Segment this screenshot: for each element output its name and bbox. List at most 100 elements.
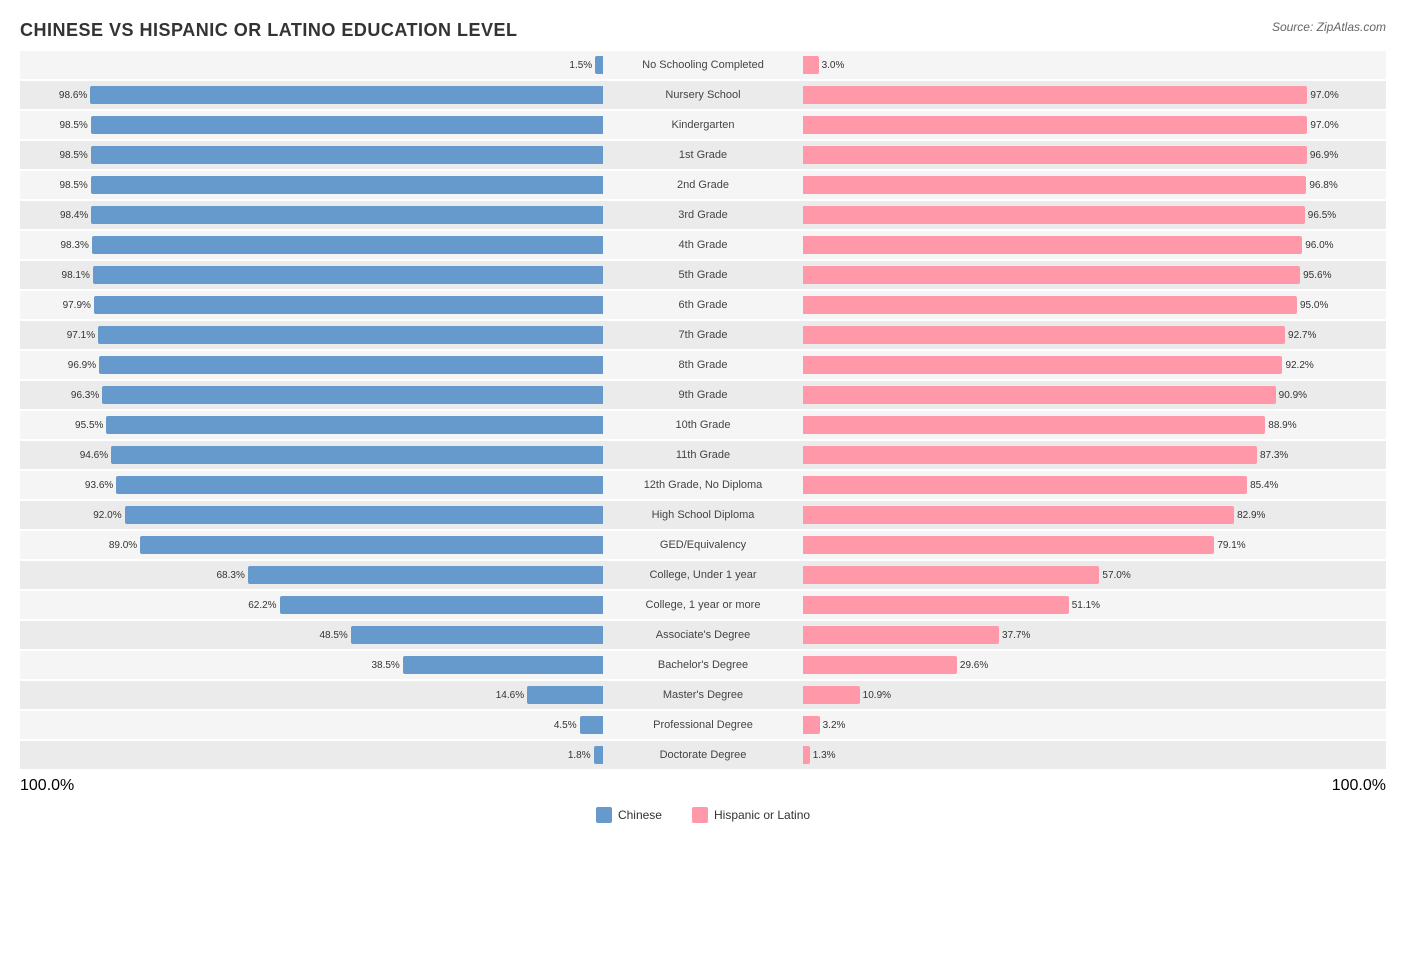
left-value: 1.8% bbox=[568, 750, 591, 761]
left-section: 89.0% bbox=[20, 531, 603, 559]
chart-row: 94.6%11th Grade87.3% bbox=[20, 441, 1386, 469]
left-section: 62.2% bbox=[20, 591, 603, 619]
left-value: 97.1% bbox=[67, 330, 95, 341]
left-bar: 62.2% bbox=[280, 596, 603, 614]
right-section: 95.6% bbox=[803, 261, 1386, 289]
right-bar: 90.9% bbox=[803, 386, 1276, 404]
chart-row: 96.3%9th Grade90.9% bbox=[20, 381, 1386, 409]
chart-area: 1.5%No Schooling Completed3.0%98.6%Nurse… bbox=[20, 51, 1386, 769]
hispanic-legend-label: Hispanic or Latino bbox=[714, 808, 810, 822]
right-section: 90.9% bbox=[803, 381, 1386, 409]
row-label: Associate's Degree bbox=[603, 629, 803, 641]
left-value: 98.1% bbox=[62, 270, 90, 281]
right-bar: 82.9% bbox=[803, 506, 1234, 524]
left-bar: 97.1% bbox=[98, 326, 603, 344]
row-label: Professional Degree bbox=[603, 719, 803, 731]
left-bar: 98.5% bbox=[91, 116, 603, 134]
right-bar: 3.0% bbox=[803, 56, 819, 74]
right-bar: 3.2% bbox=[803, 716, 820, 734]
right-value: 96.5% bbox=[1308, 210, 1336, 221]
chinese-legend-box bbox=[596, 807, 612, 823]
left-section: 94.6% bbox=[20, 441, 603, 469]
row-label: 4th Grade bbox=[603, 239, 803, 251]
chart-row: 98.1%5th Grade95.6% bbox=[20, 261, 1386, 289]
chart-row: 97.1%7th Grade92.7% bbox=[20, 321, 1386, 349]
right-section: 97.0% bbox=[803, 81, 1386, 109]
left-bar: 96.3% bbox=[102, 386, 603, 404]
left-value: 89.0% bbox=[109, 540, 137, 551]
left-section: 98.4% bbox=[20, 201, 603, 229]
chart-row: 97.9%6th Grade95.0% bbox=[20, 291, 1386, 319]
right-bar: 92.7% bbox=[803, 326, 1285, 344]
right-section: 95.0% bbox=[803, 291, 1386, 319]
right-value: 92.7% bbox=[1288, 330, 1316, 341]
right-value: 96.9% bbox=[1310, 150, 1338, 161]
row-label: College, 1 year or more bbox=[603, 599, 803, 611]
row-label: 1st Grade bbox=[603, 149, 803, 161]
row-label: Master's Degree bbox=[603, 689, 803, 701]
right-value: 90.9% bbox=[1279, 390, 1307, 401]
left-bar: 97.9% bbox=[94, 296, 603, 314]
left-value: 14.6% bbox=[496, 690, 524, 701]
row-label: Kindergarten bbox=[603, 119, 803, 131]
right-bar: 92.2% bbox=[803, 356, 1282, 374]
left-section: 4.5% bbox=[20, 711, 603, 739]
right-bar: 29.6% bbox=[803, 656, 957, 674]
right-bar: 88.9% bbox=[803, 416, 1265, 434]
chart-row: 98.4%3rd Grade96.5% bbox=[20, 201, 1386, 229]
left-bar: 93.6% bbox=[116, 476, 603, 494]
right-value: 1.3% bbox=[813, 750, 836, 761]
left-value: 92.0% bbox=[93, 510, 121, 521]
left-section: 98.5% bbox=[20, 111, 603, 139]
left-section: 92.0% bbox=[20, 501, 603, 529]
left-section: 98.5% bbox=[20, 141, 603, 169]
left-section: 98.6% bbox=[20, 81, 603, 109]
chart-container: CHINESE VS HISPANIC OR LATINO EDUCATION … bbox=[0, 0, 1406, 883]
right-bar: 97.0% bbox=[803, 86, 1307, 104]
left-value: 97.9% bbox=[63, 300, 91, 311]
left-value: 68.3% bbox=[216, 570, 244, 581]
right-bar: 96.5% bbox=[803, 206, 1305, 224]
chart-row: 98.5%1st Grade96.9% bbox=[20, 141, 1386, 169]
chart-row: 4.5%Professional Degree3.2% bbox=[20, 711, 1386, 739]
row-label: 12th Grade, No Diploma bbox=[603, 479, 803, 491]
right-bar: 57.0% bbox=[803, 566, 1099, 584]
right-value: 92.2% bbox=[1285, 360, 1313, 371]
left-bar: 98.6% bbox=[90, 86, 603, 104]
left-value: 96.9% bbox=[68, 360, 96, 371]
left-section: 1.8% bbox=[20, 741, 603, 769]
right-section: 92.7% bbox=[803, 321, 1386, 349]
row-label: Bachelor's Degree bbox=[603, 659, 803, 671]
right-value: 96.8% bbox=[1309, 180, 1337, 191]
axis-labels: 100.0% 100.0% bbox=[20, 777, 1386, 795]
row-label: 8th Grade bbox=[603, 359, 803, 371]
right-section: 88.9% bbox=[803, 411, 1386, 439]
right-bar: 96.9% bbox=[803, 146, 1307, 164]
chart-row: 38.5% Bachelor's Degree29.6% bbox=[20, 651, 1386, 679]
right-value: 3.0% bbox=[822, 60, 845, 71]
row-label: No Schooling Completed bbox=[603, 59, 803, 71]
row-label: 7th Grade bbox=[603, 329, 803, 341]
right-bar: 96.8% bbox=[803, 176, 1306, 194]
left-value: 38.5% bbox=[371, 660, 399, 671]
right-section: 3.0% bbox=[803, 51, 1386, 79]
row-label: 9th Grade bbox=[603, 389, 803, 401]
chart-row: 1.5%No Schooling Completed3.0% bbox=[20, 51, 1386, 79]
row-label: 6th Grade bbox=[603, 299, 803, 311]
right-section: 1.3% bbox=[803, 741, 1386, 769]
left-bar: 94.6% bbox=[111, 446, 603, 464]
left-section: 98.5% bbox=[20, 171, 603, 199]
left-value: 93.6% bbox=[85, 480, 113, 491]
left-bar: 48.5% bbox=[351, 626, 603, 644]
row-label: High School Diploma bbox=[603, 509, 803, 521]
chart-row: 96.9%8th Grade92.2% bbox=[20, 351, 1386, 379]
right-section: 10.9% bbox=[803, 681, 1386, 709]
right-bar: 1.3% bbox=[803, 746, 810, 764]
left-value: 95.5% bbox=[75, 420, 103, 431]
left-section: 1.5% bbox=[20, 51, 603, 79]
left-value: 98.5% bbox=[59, 180, 87, 191]
left-bar: 89.0% bbox=[140, 536, 603, 554]
left-bar: 95.5% bbox=[106, 416, 603, 434]
chart-row: 62.2%College, 1 year or more51.1% bbox=[20, 591, 1386, 619]
chart-row: 98.5%Kindergarten97.0% bbox=[20, 111, 1386, 139]
